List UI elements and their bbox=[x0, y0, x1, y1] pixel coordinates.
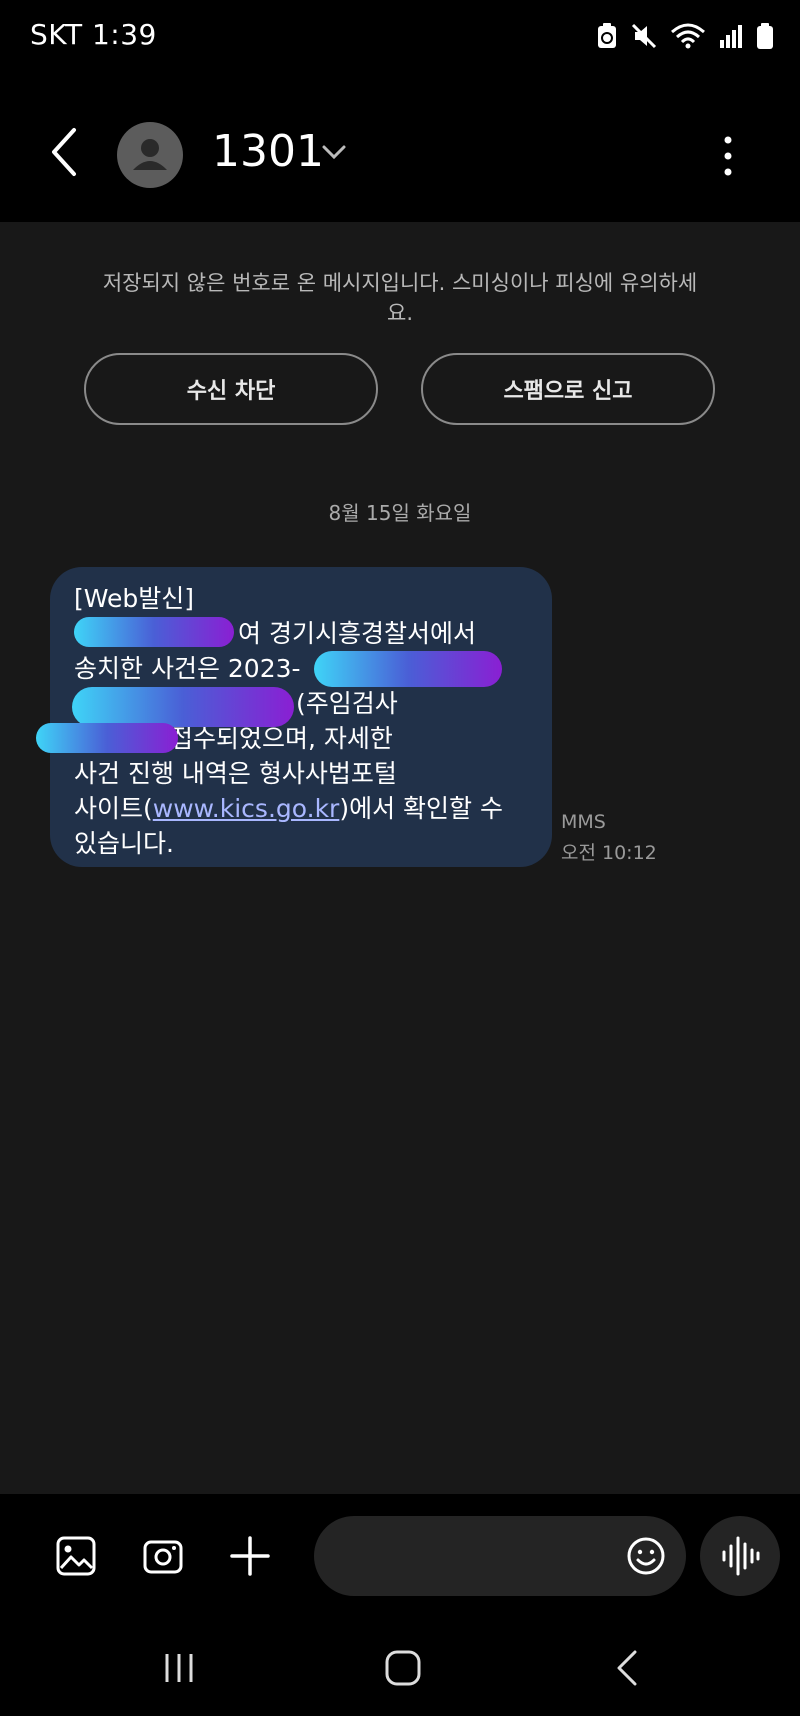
composer-bar bbox=[0, 1494, 800, 1618]
unsaved-number-warning: 저장되지 않은 번호로 온 메시지입니다. 스미싱이나 피싱에 유의하세요. bbox=[102, 271, 698, 325]
message-line: 사건 진행 내역은 형사사법포털 bbox=[74, 759, 397, 788]
avatar[interactable] bbox=[117, 122, 183, 188]
system-nav-bar bbox=[0, 1618, 800, 1716]
recent-apps-icon[interactable] bbox=[159, 1648, 199, 1688]
carrier-time: SKT 1:39 bbox=[30, 18, 157, 51]
contact-name[interactable]: 1301 bbox=[212, 126, 324, 177]
report-spam-button[interactable]: 스팸으로 신고 bbox=[421, 353, 715, 425]
conversation-header: 1301 bbox=[0, 72, 800, 222]
message-bubble[interactable]: [Web발신] 여 경기시흥경찰서에서 송치한 사건은 2023- (주임검사 … bbox=[36, 567, 552, 867]
wifi-icon bbox=[671, 23, 705, 49]
date-divider: 8월 15일 화요일 bbox=[328, 501, 472, 525]
camera-icon[interactable] bbox=[141, 1534, 185, 1578]
battery-saver-icon bbox=[598, 23, 616, 48]
redaction-mark bbox=[36, 723, 178, 753]
home-icon[interactable] bbox=[383, 1648, 423, 1688]
redaction-mark bbox=[72, 687, 294, 727]
voice-wave-icon bbox=[722, 1536, 760, 1576]
message-line: [Web발신] bbox=[74, 584, 195, 613]
message-meta: MMS 오전 10:12 bbox=[561, 807, 657, 869]
mute-icon bbox=[631, 23, 657, 49]
redaction-mark bbox=[314, 651, 502, 687]
message-type: MMS bbox=[561, 811, 606, 833]
message-line: 사이트(www.kics.go.kr)에서 확인할 수 bbox=[74, 794, 503, 823]
back-icon[interactable] bbox=[44, 122, 84, 182]
gallery-icon[interactable] bbox=[54, 1534, 98, 1578]
plus-icon[interactable] bbox=[228, 1534, 272, 1578]
avatar-person-icon bbox=[133, 139, 167, 170]
status-icons bbox=[596, 22, 774, 50]
more-vertical-icon[interactable] bbox=[716, 132, 740, 180]
block-button[interactable]: 수신 차단 bbox=[84, 353, 378, 425]
nav-back-icon[interactable] bbox=[607, 1648, 647, 1688]
status-bar: SKT 1:39 bbox=[0, 0, 800, 72]
redaction-mark bbox=[74, 617, 234, 647]
voice-record-button[interactable] bbox=[700, 1516, 780, 1596]
emoji-icon[interactable] bbox=[626, 1536, 666, 1576]
message-time: 오전 10:12 bbox=[561, 842, 657, 864]
signal-icon bbox=[720, 25, 742, 48]
chevron-down-icon[interactable] bbox=[320, 142, 348, 162]
battery-icon bbox=[757, 23, 773, 49]
kics-link[interactable]: www.kics.go.kr bbox=[153, 794, 340, 823]
message-line: 있습니다. bbox=[74, 829, 174, 858]
